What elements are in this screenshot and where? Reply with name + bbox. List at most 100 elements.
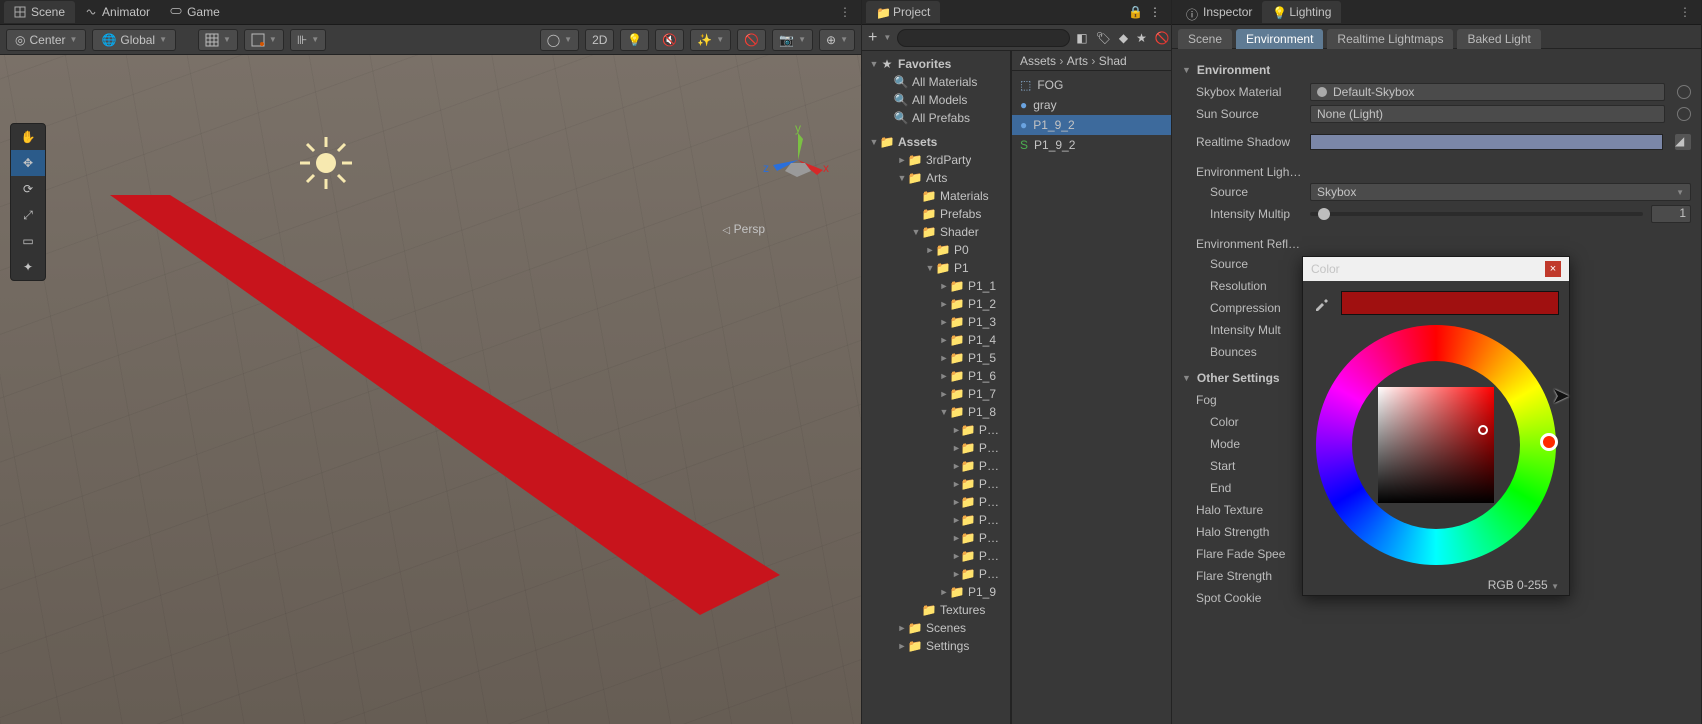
tree-item[interactable]: ►📁P1_4 <box>862 331 1010 349</box>
tab-game[interactable]: Game <box>160 1 230 23</box>
tree-item[interactable]: 📁Textures <box>862 601 1010 619</box>
pivot-toggle[interactable]: ◎ Center ▼ <box>6 29 86 51</box>
hand-tool[interactable]: ✋ <box>11 124 45 150</box>
visibility-toggle[interactable]: 🚫 <box>738 30 765 50</box>
asset-item[interactable]: ●P1_9_2 <box>1012 115 1171 135</box>
tree-item[interactable]: ►📁P1_8_3 <box>862 457 1010 475</box>
scene-viewport[interactable]: y x z ◁ Persp ✋ ✥ ⟳ ⤢ ▭ ✦ <box>0 55 861 724</box>
grid-snap-button[interactable]: ▼ <box>199 30 237 50</box>
tree-item[interactable]: ▼📁Arts <box>862 169 1010 187</box>
lighting-tab-baked[interactable]: Baked Light <box>1457 29 1540 49</box>
rotate-tool[interactable]: ⟳ <box>11 176 45 202</box>
rect-tool[interactable]: ▭ <box>11 228 45 254</box>
sv-box[interactable] <box>1378 387 1494 503</box>
tab-lighting[interactable]: 💡 Lighting <box>1262 1 1341 23</box>
asset-item[interactable]: ●gray <box>1012 95 1171 115</box>
tree-item[interactable]: ►📁P1_1 <box>862 277 1010 295</box>
search-filter-icon[interactable]: ◧ <box>1076 31 1087 45</box>
tree-item[interactable]: ►📁P1_6 <box>862 367 1010 385</box>
tree-item[interactable]: ►📁P1_2 <box>862 295 1010 313</box>
env-intensity-value[interactable]: 1 <box>1651 205 1691 223</box>
tree-item[interactable]: ►📁Settings <box>862 637 1010 655</box>
label-filter-icon[interactable]: 🏷 <box>1096 31 1111 45</box>
asset-item[interactable]: SP1_9_2 <box>1012 135 1171 155</box>
tab-scene[interactable]: Scene <box>4 1 75 23</box>
lighting-tab-scene[interactable]: Scene <box>1178 29 1232 49</box>
tree-item[interactable]: 📁Materials <box>862 187 1010 205</box>
skybox-field[interactable]: Default-Skybox <box>1310 83 1665 101</box>
tree-item[interactable]: ►📁P1_8_7 <box>862 529 1010 547</box>
sun-source-field[interactable]: None (Light) <box>1310 105 1665 123</box>
tab-inspector[interactable]: ⓘ Inspector <box>1176 1 1262 23</box>
env-intensity-slider[interactable] <box>1310 212 1643 216</box>
env-section-header[interactable]: ▼Environment <box>1182 63 1691 77</box>
color-picker-title-bar[interactable]: Color × <box>1303 257 1569 281</box>
projection-label[interactable]: ◁ Persp <box>722 221 765 236</box>
object-picker-button[interactable] <box>1677 85 1691 99</box>
orientation-gizmo[interactable]: y x z <box>763 125 833 195</box>
lock-icon[interactable]: 🔒 <box>1128 5 1143 19</box>
tab-animator[interactable]: Animator <box>75 1 160 23</box>
tree-item[interactable]: ►📁3rdParty <box>862 151 1010 169</box>
project-breadcrumb[interactable]: Assets › Arts › Shad <box>1012 51 1171 71</box>
tab-menu-icon[interactable]: ⋮ <box>833 5 857 19</box>
favorite-all-prefabs[interactable]: 🔍All Prefabs <box>862 109 1010 127</box>
audio-toggle[interactable]: 🔇 <box>656 30 683 50</box>
lighting-tab-realtime[interactable]: Realtime Lightmaps <box>1327 29 1453 49</box>
color-picker-button[interactable]: ◢ <box>1675 134 1691 150</box>
mode-2d-button[interactable]: 2D <box>586 30 613 50</box>
shadow-color-field[interactable] <box>1310 134 1663 150</box>
scale-tool[interactable]: ⤢ <box>11 202 45 228</box>
env-source-dropdown[interactable]: Skybox▼ <box>1310 183 1691 201</box>
asset-item[interactable]: ⬚FOG <box>1012 75 1171 95</box>
favorite-all-materials[interactable]: 🔍All Materials <box>862 73 1010 91</box>
tree-item[interactable]: ►📁P1_3 <box>862 313 1010 331</box>
tree-item[interactable]: 📁Prefabs <box>862 205 1010 223</box>
move-tool[interactable]: ✥ <box>11 150 45 176</box>
project-search-input[interactable] <box>897 29 1070 47</box>
favorite-all-models[interactable]: 🔍All Models <box>862 91 1010 109</box>
assets-root[interactable]: ▼📁 Assets <box>862 133 1010 151</box>
tree-item[interactable]: ►📁Scenes <box>862 619 1010 637</box>
space-toggle[interactable]: 🌐 Global ▼ <box>92 29 176 51</box>
tree-item[interactable]: ►📁P1_8_1 <box>862 421 1010 439</box>
add-button[interactable]: + <box>868 29 877 47</box>
gizmos-toggle[interactable]: ⊕▼ <box>820 30 854 50</box>
tree-item[interactable]: ▼📁Shader <box>862 223 1010 241</box>
tree-item[interactable]: ►📁P1_7 <box>862 385 1010 403</box>
tab-menu-icon[interactable]: ⋮ <box>1673 5 1697 19</box>
tree-item[interactable]: ►📁P1_8_4 <box>862 475 1010 493</box>
color-wheel[interactable]: ➤ <box>1316 325 1556 565</box>
close-button[interactable]: × <box>1545 261 1561 277</box>
lighting-tab-environment[interactable]: Environment <box>1236 29 1323 49</box>
tree-item[interactable]: ▼📁P1 <box>862 259 1010 277</box>
tab-menu-icon[interactable]: ⋮ <box>1149 5 1161 19</box>
tree-item[interactable]: ►📁P0 <box>862 241 1010 259</box>
eyedropper-icon[interactable] <box>1313 294 1331 312</box>
favorites-header[interactable]: ▼★ Favorites <box>862 55 1010 73</box>
color-mode-dropdown[interactable]: RGB 0-255 ▼ <box>1488 578 1559 592</box>
tree-item[interactable]: ►📁P1_9 <box>862 583 1010 601</box>
camera-settings-button[interactable]: 📷▼ <box>773 30 812 50</box>
project-asset-list[interactable]: ⬚FOG●gray●P1_9_2SP1_9_2 <box>1012 71 1171 159</box>
snap-increment-button[interactable]: ▼ <box>245 30 283 50</box>
color-swatch[interactable] <box>1341 291 1559 315</box>
tree-item[interactable]: ►📁P1_8_9 <box>862 565 1010 583</box>
type-filter-icon[interactable]: ◆ <box>1119 31 1128 45</box>
tree-item[interactable]: ►📁P1_8_2 <box>862 439 1010 457</box>
tree-item-label: P1_3 <box>968 315 996 329</box>
tree-item[interactable]: ►📁P1_8_5 <box>862 493 1010 511</box>
project-tree[interactable]: ▼★ Favorites 🔍All Materials 🔍All Models … <box>862 51 1011 724</box>
transform-tool[interactable]: ✦ <box>11 254 45 280</box>
tree-item[interactable]: ►📁P1_8_6 <box>862 511 1010 529</box>
lighting-toggle[interactable]: 💡 <box>621 30 648 50</box>
draw-mode-button[interactable]: ◯▼ <box>541 30 578 50</box>
tree-item[interactable]: ►📁P1_8_8 <box>862 547 1010 565</box>
tab-project[interactable]: 📁 Project <box>866 1 940 23</box>
tree-item[interactable]: ►📁P1_5 <box>862 349 1010 367</box>
fx-toggle[interactable]: ✨▼ <box>691 30 730 50</box>
object-picker-button[interactable] <box>1677 107 1691 121</box>
star-filter-icon[interactable]: ★ <box>1136 31 1147 45</box>
snap-settings-button[interactable]: ⊪ ▼ <box>291 30 325 50</box>
tree-item[interactable]: ▼📁P1_8 <box>862 403 1010 421</box>
